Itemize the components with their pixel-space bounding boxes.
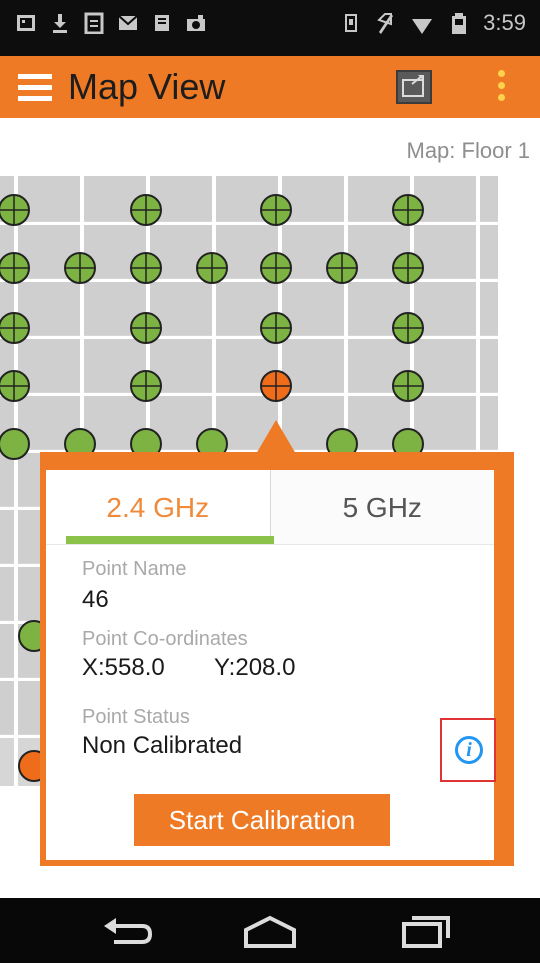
notification-icons <box>16 12 206 34</box>
tab-2-4-ghz[interactable]: 2.4 GHz <box>46 470 271 544</box>
calibration-point-marker[interactable] <box>0 312 30 344</box>
calibration-point-marker[interactable] <box>0 370 30 402</box>
clipboard-icon <box>84 12 104 34</box>
map-tile <box>480 176 498 221</box>
no-sim-icon <box>377 13 394 34</box>
point-y-coordinate: Y:208.0 <box>214 654 296 681</box>
status-bar: 3:59 <box>0 0 540 56</box>
map-tile <box>480 339 498 392</box>
calibration-point-marker[interactable] <box>130 370 162 402</box>
hamburger-menu-icon[interactable] <box>18 74 52 102</box>
tab-5-ghz[interactable]: 5 GHz <box>270 470 494 544</box>
notification-icon <box>155 15 169 31</box>
point-name-value: 46 <box>82 586 109 613</box>
calibration-point-marker[interactable] <box>0 194 30 226</box>
photo-icon <box>187 15 205 31</box>
point-status-value: Non Calibrated <box>82 732 243 759</box>
action-bar: Map View <box>0 56 540 118</box>
point-x-coordinate: X:558.0 <box>82 654 165 681</box>
calibration-point-marker[interactable] <box>0 252 30 284</box>
map-tile <box>0 453 14 506</box>
point-coordinates-label: Point Co-ordinates <box>82 628 248 650</box>
info-icon: i <box>455 736 483 764</box>
vibrate-icon <box>345 14 358 32</box>
calibration-point-marker[interactable] <box>392 312 424 344</box>
page-title: Map View <box>68 66 226 107</box>
popup-pointer <box>256 420 296 454</box>
calibration-point-marker[interactable] <box>130 194 162 226</box>
back-icon[interactable] <box>98 912 158 950</box>
map-grid-line <box>0 393 498 396</box>
gallery-icon <box>17 15 35 31</box>
wifi-icon <box>412 19 433 34</box>
map-tile <box>480 282 498 335</box>
calibration-point-marker[interactable] <box>64 252 96 284</box>
email-icon <box>118 15 138 30</box>
map-tile <box>0 510 14 563</box>
band-tabs: 2.4 GHz 5 GHz <box>46 470 494 544</box>
navigation-bar <box>0 898 540 963</box>
download-icon <box>53 14 67 33</box>
map-grid-line <box>0 222 498 225</box>
overflow-menu-icon[interactable] <box>497 70 507 104</box>
point-detail-card: 2.4 GHz 5 GHz Point Name 46 Point Co-ord… <box>46 470 496 860</box>
map-tile <box>0 624 14 677</box>
calibration-point-marker[interactable] <box>0 428 30 460</box>
calibration-point-marker[interactable] <box>196 252 228 284</box>
map-tile <box>0 567 14 620</box>
calibration-point-marker[interactable] <box>130 312 162 344</box>
home-icon[interactable] <box>240 912 300 950</box>
point-status-label: Point Status <box>82 706 190 728</box>
map-tile <box>480 396 498 449</box>
map-grid-line <box>0 336 498 339</box>
map-overlay-glyph <box>402 75 424 97</box>
info-button[interactable]: i <box>440 718 496 782</box>
start-calibration-button[interactable]: Start Calibration <box>134 794 390 846</box>
calibration-point-marker[interactable] <box>392 370 424 402</box>
calibration-point-marker[interactable] <box>260 312 292 344</box>
calibration-point-marker[interactable] <box>130 252 162 284</box>
battery-icon <box>452 13 467 34</box>
map-overlay-icon[interactable] <box>396 70 432 104</box>
map-floor-label: Map: Floor 1 <box>406 138 531 163</box>
map-tile <box>0 681 14 734</box>
tab-divider <box>46 544 494 545</box>
selected-point-marker[interactable] <box>260 370 292 402</box>
system-icons: 3:59 <box>341 10 526 36</box>
calibration-point-marker[interactable] <box>260 252 292 284</box>
active-tab-indicator <box>66 536 274 544</box>
recents-icon[interactable] <box>396 912 456 950</box>
calibration-point-marker[interactable] <box>260 194 292 226</box>
map-tile <box>480 225 498 278</box>
calibration-point-marker[interactable] <box>392 252 424 284</box>
calibration-point-marker[interactable] <box>326 252 358 284</box>
clock: 3:59 <box>483 10 526 35</box>
point-name-label: Point Name <box>82 558 187 580</box>
calibration-point-marker[interactable] <box>392 194 424 226</box>
